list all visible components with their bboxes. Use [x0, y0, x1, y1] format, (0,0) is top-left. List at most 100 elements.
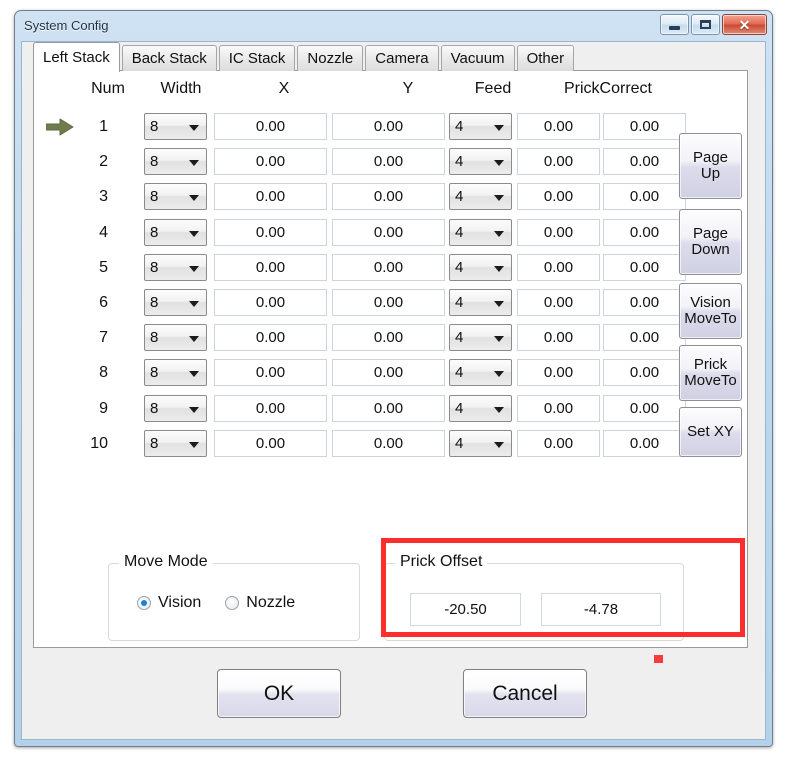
prick-correct-2-field[interactable]: 0.00	[603, 113, 686, 140]
prick-offset-y-field[interactable]: -4.78	[541, 593, 661, 626]
prick-correct-1-field[interactable]: 0.00	[517, 359, 600, 387]
tab-camera[interactable]: Camera	[365, 45, 439, 71]
radio-nozzle[interactable]: Nozzle	[225, 594, 295, 612]
prick-correct-1-field[interactable]: 0.00	[517, 394, 600, 422]
feed-combobox[interactable]: 4	[449, 253, 512, 281]
chevron-down-icon[interactable]	[494, 336, 504, 343]
y-field[interactable]: 0.00	[332, 113, 445, 140]
side-button-page-down[interactable]: Page Down	[679, 209, 742, 275]
prick-correct-2-field[interactable]: 0.00	[603, 183, 686, 211]
prick-correct-2-field[interactable]: 0.00	[603, 253, 686, 281]
side-button-page-up[interactable]: Page Up	[679, 133, 742, 199]
prick-offset-x-field[interactable]: -20.50	[410, 593, 521, 626]
prick-correct-2-field[interactable]: 0.00	[603, 359, 686, 387]
chevron-down-icon[interactable]	[494, 160, 504, 167]
prick-correct-1-field[interactable]: 0.00	[517, 253, 600, 281]
x-field[interactable]: 0.00	[214, 394, 327, 422]
width-combobox[interactable]: 8	[144, 394, 207, 422]
chevron-down-icon[interactable]	[189, 301, 199, 307]
prick-correct-1-field[interactable]: 0.00	[517, 218, 600, 246]
grid-row[interactable]: 3 8 0.00 0.00 4 0.00 0.00	[34, 182, 747, 212]
minimize-button[interactable]	[660, 14, 689, 35]
y-field[interactable]: 0.00	[332, 429, 445, 457]
prick-correct-2-field[interactable]: 0.00	[603, 429, 686, 457]
x-field[interactable]: 0.00	[214, 359, 327, 387]
chevron-down-icon[interactable]	[189, 265, 199, 272]
width-combobox[interactable]: 8	[144, 324, 207, 352]
chevron-down-icon[interactable]	[494, 125, 504, 131]
x-field[interactable]: 0.00	[214, 183, 327, 211]
radio-indicator-icon[interactable]	[225, 596, 240, 610]
prick-correct-2-field[interactable]: 0.00	[603, 394, 686, 422]
x-field[interactable]: 0.00	[214, 289, 327, 316]
x-field[interactable]: 0.00	[214, 324, 327, 352]
width-combobox[interactable]: 8	[144, 148, 207, 176]
chevron-down-icon[interactable]	[494, 230, 504, 237]
chevron-down-icon[interactable]	[494, 371, 504, 378]
y-field[interactable]: 0.00	[332, 253, 445, 281]
prick-correct-2-field[interactable]: 0.00	[603, 148, 686, 176]
title-bar[interactable]: System Config ✕	[15, 11, 772, 42]
y-field[interactable]: 0.00	[332, 183, 445, 211]
prick-correct-1-field[interactable]: 0.00	[517, 289, 600, 316]
maximize-button[interactable]	[691, 14, 720, 35]
grid-row[interactable]: 9 8 0.00 0.00 4 0.00 0.00	[34, 394, 747, 424]
feed-combobox[interactable]: 4	[449, 324, 512, 352]
width-combobox[interactable]: 8	[144, 429, 207, 457]
prick-correct-1-field[interactable]: 0.00	[517, 429, 600, 457]
grid-row[interactable]: 1 8 0.00 0.00 4 0.00 0.00	[34, 112, 747, 142]
feed-combobox[interactable]: 4	[449, 113, 512, 140]
tab-left-stack[interactable]: Left Stack	[33, 42, 120, 72]
tab-other[interactable]: Other	[516, 45, 575, 71]
grid-row[interactable]: 8 8 0.00 0.00 4 0.00 0.00	[34, 358, 747, 388]
prick-correct-2-field[interactable]: 0.00	[603, 324, 686, 352]
close-button[interactable]: ✕	[722, 14, 767, 35]
feed-combobox[interactable]: 4	[449, 148, 512, 176]
tab-ic-stack[interactable]: IC Stack	[218, 45, 296, 71]
y-field[interactable]: 0.00	[332, 324, 445, 352]
feed-combobox[interactable]: 4	[449, 429, 512, 457]
grid-row[interactable]: 5 8 0.00 0.00 4 0.00 0.00	[34, 253, 747, 283]
chevron-down-icon[interactable]	[494, 195, 504, 202]
tab-back-stack[interactable]: Back Stack	[121, 45, 217, 71]
prick-correct-2-field[interactable]: 0.00	[603, 218, 686, 246]
feed-combobox[interactable]: 4	[449, 359, 512, 387]
y-field[interactable]: 0.00	[332, 148, 445, 176]
x-field[interactable]: 0.00	[214, 113, 327, 140]
grid-row[interactable]: 4 8 0.00 0.00 4 0.00 0.00	[34, 218, 747, 248]
tab-nozzle[interactable]: Nozzle	[297, 45, 364, 71]
y-field[interactable]: 0.00	[332, 289, 445, 316]
x-field[interactable]: 0.00	[214, 148, 327, 176]
x-field[interactable]: 0.00	[214, 429, 327, 457]
prick-correct-1-field[interactable]: 0.00	[517, 148, 600, 176]
grid-row[interactable]: 2 8 0.00 0.00 4 0.00 0.00	[34, 147, 747, 177]
feed-combobox[interactable]: 4	[449, 394, 512, 422]
feed-combobox[interactable]: 4	[449, 289, 512, 316]
width-combobox[interactable]: 8	[144, 289, 207, 316]
chevron-down-icon[interactable]	[494, 265, 504, 272]
prick-correct-2-field[interactable]: 0.00	[603, 289, 686, 316]
chevron-down-icon[interactable]	[494, 301, 504, 307]
grid-row[interactable]: 6 8 0.00 0.00 4 0.00 0.00	[34, 288, 747, 318]
y-field[interactable]: 0.00	[332, 394, 445, 422]
ok-button[interactable]: OK	[217, 669, 341, 718]
side-button-prick-moveto[interactable]: Prick MoveTo	[679, 345, 742, 401]
chevron-down-icon[interactable]	[189, 160, 199, 167]
x-field[interactable]: 0.00	[214, 253, 327, 281]
prick-correct-1-field[interactable]: 0.00	[517, 324, 600, 352]
y-field[interactable]: 0.00	[332, 359, 445, 387]
side-button-vision-moveto[interactable]: Vision MoveTo	[679, 283, 742, 339]
x-field[interactable]: 0.00	[214, 218, 327, 246]
prick-correct-1-field[interactable]: 0.00	[517, 113, 600, 140]
tab-vacuum[interactable]: Vacuum	[440, 45, 515, 71]
feed-combobox[interactable]: 4	[449, 218, 512, 246]
feed-combobox[interactable]: 4	[449, 183, 512, 211]
y-field[interactable]: 0.00	[332, 218, 445, 246]
width-combobox[interactable]: 8	[144, 183, 207, 211]
chevron-down-icon[interactable]	[189, 336, 199, 343]
radio-vision[interactable]: Vision	[137, 594, 201, 612]
grid-row[interactable]: 7 8 0.00 0.00 4 0.00 0.00	[34, 323, 747, 353]
cancel-button[interactable]: Cancel	[463, 669, 587, 718]
prick-correct-1-field[interactable]: 0.00	[517, 183, 600, 211]
chevron-down-icon[interactable]	[189, 230, 199, 237]
